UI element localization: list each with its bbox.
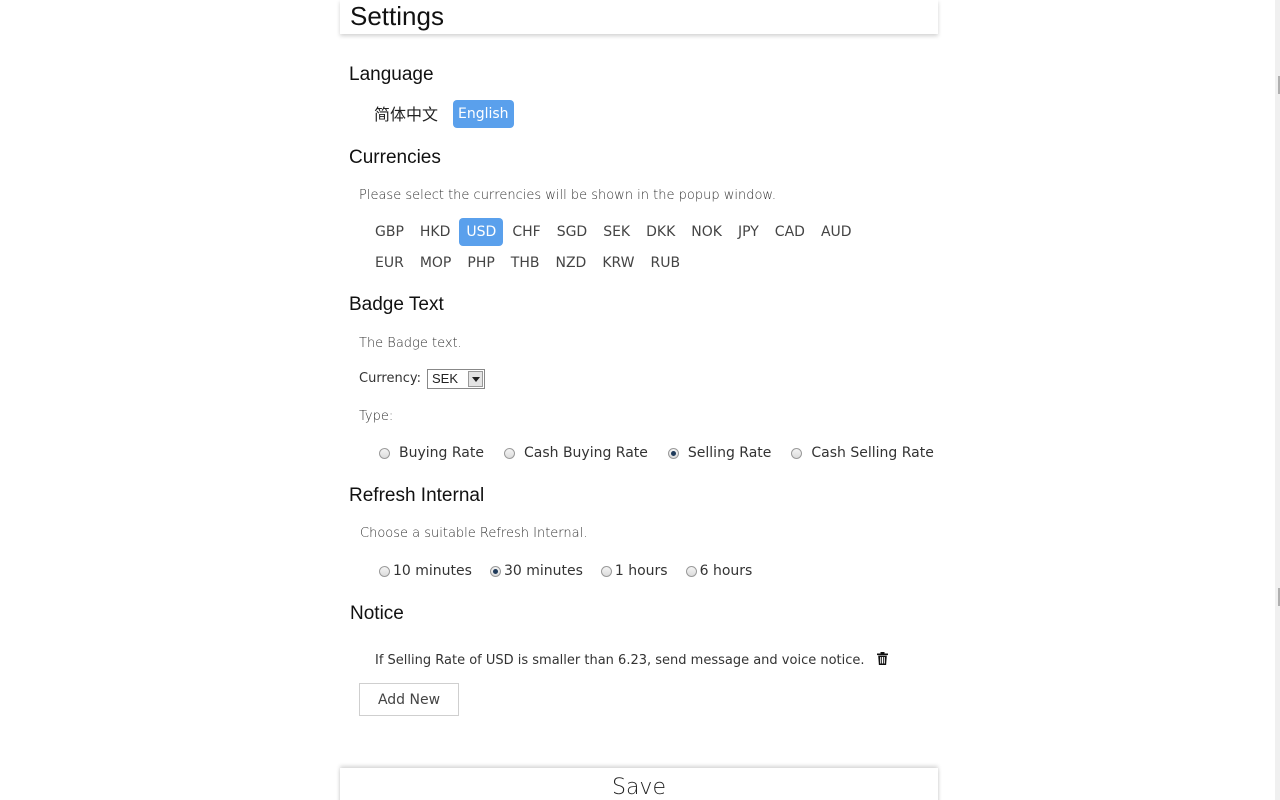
currency-option-hkd[interactable]: HKD — [413, 218, 458, 246]
badge-type-label-cash-buying-rate: Cash Buying Rate — [523, 445, 648, 461]
currency-option-chf[interactable]: CHF — [505, 218, 547, 246]
refresh-option-30-minutes[interactable]: 30 minutes — [489, 563, 583, 579]
currency-option-jpy[interactable]: JPY — [731, 218, 766, 246]
currency-option-sek[interactable]: SEK — [596, 218, 637, 246]
badge-currency-label: Currency: — [359, 371, 422, 386]
save-button[interactable]: Save — [340, 768, 938, 800]
currency-option-nok[interactable]: NOK — [684, 218, 729, 246]
header-card: Settings — [340, 0, 938, 34]
badge-type-radio-buying-rate[interactable] — [379, 447, 390, 459]
currencies-description: Please select the currencies will be sho… — [359, 188, 776, 203]
badge-type-option-cash-selling-rate[interactable]: Cash Selling Rate — [791, 445, 934, 461]
refresh-label-10-minutes: 10 minutes — [393, 563, 472, 579]
badge-type-radio-selling-rate[interactable] — [667, 447, 679, 459]
badge-type-radio-cash-selling-rate[interactable] — [791, 447, 803, 459]
language-option-english[interactable]: English — [453, 100, 514, 128]
badge-type-options: Buying Rate Cash Buying Rate Selling Rate C… — [379, 445, 954, 461]
badge-currency-value: SEK — [432, 371, 459, 386]
refresh-description: Choose a suitable Refresh Internal. — [360, 526, 588, 541]
add-new-button[interactable]: Add New — [359, 683, 459, 716]
badge-type-label-cash-selling-rate: Cash Selling Rate — [811, 445, 934, 461]
currency-option-rub[interactable]: RUB — [644, 249, 688, 277]
notice-item-text: If Selling Rate of USD is smaller than 6… — [375, 653, 865, 668]
language-section-title: Language — [349, 64, 434, 85]
dropdown-arrow-icon[interactable] — [468, 371, 483, 387]
badge-currency-select[interactable]: SEK — [427, 369, 485, 389]
currency-option-gbp[interactable]: GBP — [368, 218, 411, 246]
badge-section-title: Badge Text — [349, 294, 444, 315]
currency-row-2: EUR MOP PHP THB NZD KRW RUB — [368, 249, 689, 277]
currency-option-dkk[interactable]: DKK — [639, 218, 682, 246]
refresh-radio-30-minutes[interactable] — [489, 565, 501, 577]
currency-option-sgd[interactable]: SGD — [550, 218, 595, 246]
refresh-radio-10-minutes[interactable] — [379, 565, 390, 577]
refresh-label-6-hours: 6 hours — [699, 563, 753, 579]
language-option-chinese[interactable]: 简体中文 — [369, 102, 443, 128]
badge-type-option-buying-rate[interactable]: Buying Rate — [379, 445, 484, 461]
badge-type-option-cash-buying-rate[interactable]: Cash Buying Rate — [503, 445, 648, 461]
scrollbar[interactable] — [1275, 0, 1280, 800]
refresh-options: 10 minutes 30 minutes 1 hours 6 hours — [379, 563, 770, 579]
refresh-option-10-minutes[interactable]: 10 minutes — [379, 563, 472, 579]
currency-option-krw[interactable]: KRW — [595, 249, 641, 277]
currency-option-php[interactable]: PHP — [460, 249, 501, 277]
refresh-section-title: Refresh Internal — [349, 485, 485, 506]
refresh-option-6-hours[interactable]: 6 hours — [685, 563, 753, 579]
refresh-label-30-minutes: 30 minutes — [503, 563, 583, 579]
refresh-label-1-hours: 1 hours — [614, 563, 668, 579]
currency-option-aud[interactable]: AUD — [814, 218, 859, 246]
notice-item: If Selling Rate of USD is smaller than 6… — [375, 652, 888, 669]
currency-option-nzd[interactable]: NZD — [548, 249, 593, 277]
currency-option-cad[interactable]: CAD — [768, 218, 812, 246]
page-title: Settings — [350, 1, 444, 31]
settings-page: Settings Language 简体中文 English Currencie… — [0, 0, 1280, 800]
currency-option-eur[interactable]: EUR — [368, 249, 411, 277]
currency-option-mop[interactable]: MOP — [413, 249, 459, 277]
currency-option-thb[interactable]: THB — [504, 249, 547, 277]
currency-row-1: GBP HKD USD CHF SGD SEK DKK NOK JPY CAD AUD — [368, 218, 861, 246]
badge-description: The Badge text. — [359, 336, 462, 351]
refresh-option-1-hours[interactable]: 1 hours — [600, 563, 668, 579]
badge-type-radio-cash-buying-rate[interactable] — [503, 447, 515, 459]
notice-section-title: Notice — [350, 603, 404, 624]
currencies-section-title: Currencies — [349, 147, 441, 168]
badge-type-label-selling-rate: Selling Rate — [687, 445, 772, 461]
refresh-radio-1-hours[interactable] — [600, 565, 612, 577]
currency-option-usd[interactable]: USD — [459, 218, 504, 246]
badge-type-label: Type: — [359, 409, 394, 424]
refresh-radio-6-hours[interactable] — [685, 565, 697, 577]
badge-type-label-buying-rate: Buying Rate — [399, 445, 484, 461]
trash-icon[interactable] — [876, 652, 888, 669]
badge-type-option-selling-rate[interactable]: Selling Rate — [667, 445, 772, 461]
